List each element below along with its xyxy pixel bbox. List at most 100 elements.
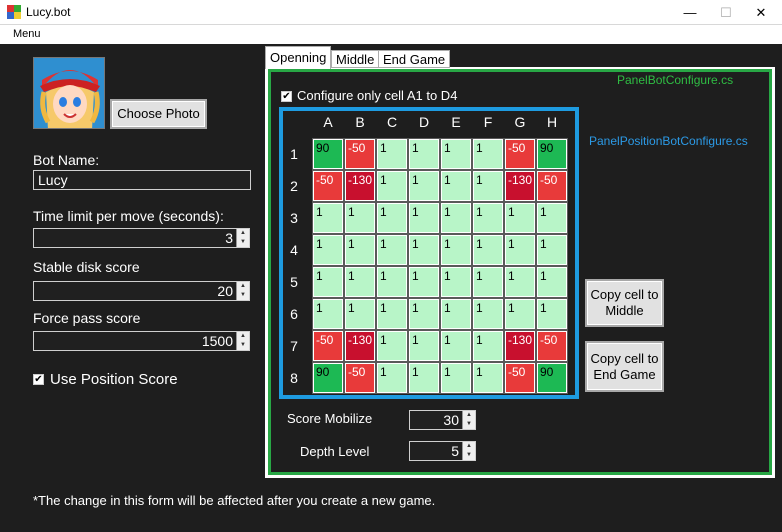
copy-to-end-game-button[interactable]: Copy cell to End Game bbox=[585, 341, 664, 392]
grid-cell[interactable]: -50 bbox=[536, 170, 568, 202]
grid-cell[interactable]: 1 bbox=[344, 266, 376, 298]
spin-down-icon[interactable]: ▼ bbox=[463, 451, 475, 460]
copy-to-middle-button[interactable]: Copy cell to Middle bbox=[585, 279, 664, 327]
grid-cell[interactable]: 1 bbox=[344, 298, 376, 330]
grid-cell[interactable]: 90 bbox=[536, 138, 568, 170]
force-pass-spin[interactable]: ▲ ▼ bbox=[236, 332, 249, 350]
time-limit-spin[interactable]: ▲ ▼ bbox=[236, 229, 249, 247]
grid-cell[interactable]: -50 bbox=[504, 138, 536, 170]
grid-cell[interactable]: 1 bbox=[472, 362, 504, 394]
grid-cell[interactable]: 1 bbox=[536, 234, 568, 266]
depth-level-spin[interactable]: ▲ ▼ bbox=[462, 442, 475, 460]
grid-cell[interactable]: -130 bbox=[344, 170, 376, 202]
grid-cell[interactable]: -50 bbox=[536, 330, 568, 362]
grid-cell[interactable]: 1 bbox=[440, 170, 472, 202]
spin-up-icon[interactable]: ▲ bbox=[463, 411, 475, 420]
grid-cell[interactable]: 1 bbox=[504, 234, 536, 266]
time-limit-label: Time limit per move (seconds): bbox=[33, 208, 224, 224]
grid-cell[interactable]: 90 bbox=[312, 362, 344, 394]
grid-cell[interactable]: 1 bbox=[472, 266, 504, 298]
grid-cell[interactable]: 1 bbox=[408, 138, 440, 170]
menu-item[interactable]: Menu bbox=[13, 28, 41, 40]
grid-cell[interactable]: 1 bbox=[440, 330, 472, 362]
grid-cell[interactable]: 1 bbox=[376, 298, 408, 330]
grid-cell[interactable]: 1 bbox=[376, 234, 408, 266]
window-title: Lucy.bot bbox=[26, 5, 71, 19]
stable-disk-spin[interactable]: ▲ ▼ bbox=[236, 282, 249, 300]
configure-checkbox[interactable]: ✔ bbox=[281, 91, 292, 102]
grid-cell[interactable]: -130 bbox=[344, 330, 376, 362]
grid-cell[interactable]: -130 bbox=[504, 170, 536, 202]
grid-cell[interactable]: 1 bbox=[408, 202, 440, 234]
grid-cell[interactable]: 90 bbox=[536, 362, 568, 394]
grid-cell[interactable]: 1 bbox=[472, 330, 504, 362]
grid-cell[interactable]: -50 bbox=[344, 362, 376, 394]
use-position-checkbox[interactable]: ✔ bbox=[33, 374, 44, 385]
grid-cell[interactable]: 1 bbox=[312, 234, 344, 266]
grid-cell[interactable]: 1 bbox=[408, 266, 440, 298]
grid-cell[interactable]: 1 bbox=[472, 170, 504, 202]
grid-cell[interactable]: 1 bbox=[408, 170, 440, 202]
grid-cell[interactable]: 1 bbox=[376, 266, 408, 298]
grid-cell[interactable]: 1 bbox=[312, 298, 344, 330]
grid-cell[interactable]: 1 bbox=[472, 202, 504, 234]
grid-cell[interactable]: 1 bbox=[376, 330, 408, 362]
spin-up-icon[interactable]: ▲ bbox=[237, 229, 249, 238]
grid-cell[interactable]: 1 bbox=[440, 234, 472, 266]
grid-cell[interactable]: 1 bbox=[440, 266, 472, 298]
grid-cell[interactable]: 1 bbox=[376, 362, 408, 394]
grid-cell[interactable]: 1 bbox=[312, 266, 344, 298]
grid-cell[interactable]: 1 bbox=[376, 202, 408, 234]
bot-name-input[interactable]: Lucy bbox=[33, 170, 251, 190]
depth-level-stepper[interactable]: 5 ▲ ▼ bbox=[409, 441, 476, 461]
grid-cell[interactable]: -50 bbox=[312, 170, 344, 202]
grid-cell[interactable]: 1 bbox=[472, 234, 504, 266]
spin-down-icon[interactable]: ▼ bbox=[237, 341, 249, 350]
grid-cell[interactable]: 1 bbox=[408, 298, 440, 330]
spin-up-icon[interactable]: ▲ bbox=[237, 332, 249, 341]
grid-cell[interactable]: -50 bbox=[344, 138, 376, 170]
tab-openning[interactable]: Openning bbox=[265, 46, 332, 69]
time-limit-stepper[interactable]: 3 ▲ ▼ bbox=[33, 228, 250, 248]
grid-cell[interactable]: 1 bbox=[440, 202, 472, 234]
score-mobilize-spin[interactable]: ▲ ▼ bbox=[462, 411, 475, 429]
grid-cell[interactable]: 1 bbox=[536, 298, 568, 330]
grid-cell[interactable]: -130 bbox=[504, 330, 536, 362]
grid-cell[interactable]: 1 bbox=[408, 330, 440, 362]
spin-up-icon[interactable]: ▲ bbox=[237, 282, 249, 291]
grid-cell[interactable]: 1 bbox=[344, 234, 376, 266]
row-header: 1 bbox=[290, 146, 298, 162]
grid-cell[interactable]: -50 bbox=[504, 362, 536, 394]
grid-cell[interactable]: 1 bbox=[344, 202, 376, 234]
spin-down-icon[interactable]: ▼ bbox=[463, 420, 475, 429]
tab-middle[interactable]: Middle bbox=[331, 50, 380, 68]
choose-photo-button[interactable]: Choose Photo bbox=[110, 99, 207, 129]
spin-down-icon[interactable]: ▼ bbox=[237, 291, 249, 300]
close-button[interactable]: ✕ bbox=[738, 0, 782, 25]
grid-cell[interactable]: 1 bbox=[472, 138, 504, 170]
grid-cell[interactable]: 1 bbox=[408, 362, 440, 394]
tab-end-game[interactable]: End Game bbox=[378, 50, 451, 68]
grid-cell[interactable]: 1 bbox=[504, 266, 536, 298]
menu-bar bbox=[0, 25, 782, 44]
grid-cell[interactable]: 1 bbox=[408, 234, 440, 266]
grid-cell[interactable]: 1 bbox=[440, 138, 472, 170]
grid-cell[interactable]: -50 bbox=[312, 330, 344, 362]
stable-disk-stepper[interactable]: 20 ▲ ▼ bbox=[33, 281, 250, 301]
score-mobilize-stepper[interactable]: 30 ▲ ▼ bbox=[409, 410, 476, 430]
grid-cell[interactable]: 1 bbox=[440, 362, 472, 394]
spin-down-icon[interactable]: ▼ bbox=[237, 238, 249, 247]
grid-cell[interactable]: 1 bbox=[440, 298, 472, 330]
grid-cell[interactable]: 1 bbox=[376, 170, 408, 202]
grid-cell[interactable]: 1 bbox=[536, 266, 568, 298]
grid-cell[interactable]: 1 bbox=[312, 202, 344, 234]
grid-cell[interactable]: 1 bbox=[472, 298, 504, 330]
grid-cell[interactable]: 90 bbox=[312, 138, 344, 170]
spin-up-icon[interactable]: ▲ bbox=[463, 442, 475, 451]
grid-cell[interactable]: 1 bbox=[536, 202, 568, 234]
grid-cell[interactable]: 1 bbox=[504, 202, 536, 234]
grid-cell[interactable]: 1 bbox=[504, 298, 536, 330]
bot-avatar bbox=[33, 57, 105, 129]
grid-cell[interactable]: 1 bbox=[376, 138, 408, 170]
force-pass-stepper[interactable]: 1500 ▲ ▼ bbox=[33, 331, 250, 351]
